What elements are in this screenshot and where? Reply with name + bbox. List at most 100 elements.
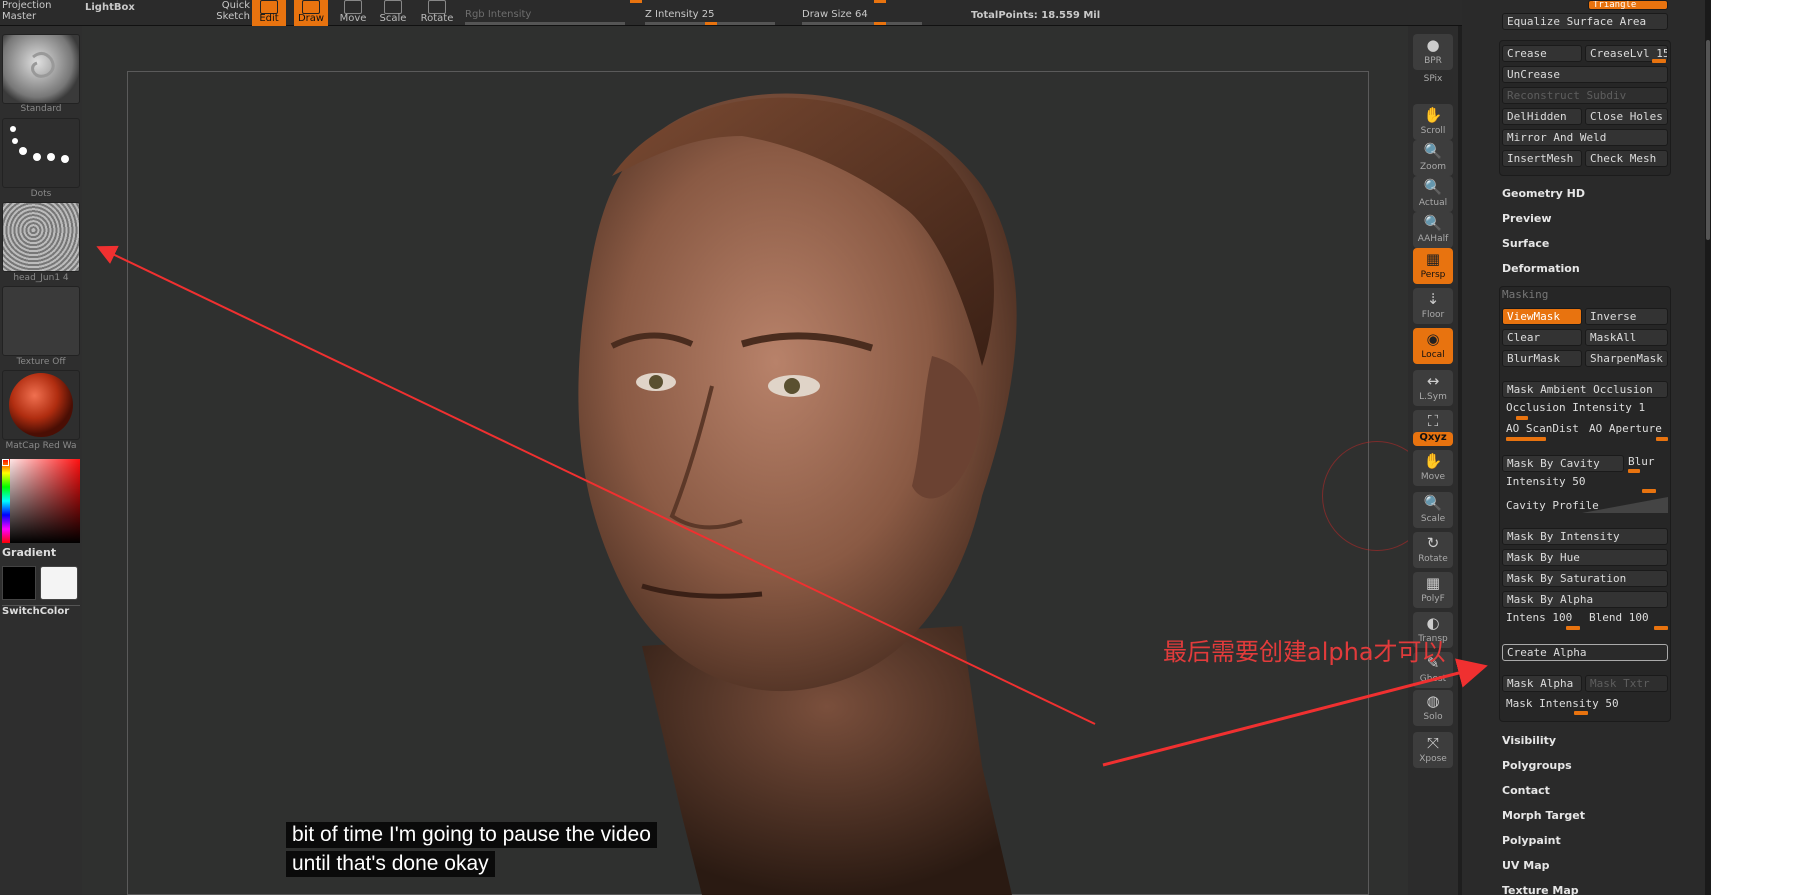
- ao-scandist-knob[interactable]: [1506, 437, 1546, 441]
- triangle-button[interactable]: Triangle: [1588, 0, 1668, 10]
- cavity-intensity-slider[interactable]: Intensity 50: [1506, 475, 1585, 488]
- shelf-floor-button[interactable]: ⇣ Floor: [1413, 288, 1453, 324]
- mask-all-button[interactable]: MaskAll: [1585, 329, 1668, 346]
- shelf-xpose-button[interactable]: ⤧ Xpose: [1413, 732, 1453, 768]
- xyz-symmetry-button[interactable]: Qxyz: [1413, 432, 1453, 446]
- move-mode-button[interactable]: Move: [336, 0, 370, 26]
- shelf-bpr-button[interactable]: ● BPR: [1413, 34, 1453, 70]
- mask-ambient-occlusion-button[interactable]: Mask Ambient Occlusion: [1502, 381, 1668, 398]
- mirror-and-weld-button[interactable]: Mirror And Weld: [1502, 129, 1668, 146]
- head-model[interactable]: [82, 26, 1408, 895]
- mask-by-intensity-button[interactable]: Mask By Intensity: [1502, 528, 1668, 545]
- shelf-spix-button[interactable]: SPix: [1413, 74, 1453, 92]
- mask-by-hue-button[interactable]: Mask By Hue: [1502, 549, 1668, 566]
- shelf-l-sym-button[interactable]: ↔ L.Sym: [1413, 370, 1453, 406]
- clear-mask-button[interactable]: Clear: [1502, 329, 1582, 346]
- quick-sketch-button[interactable]: Quick Sketch: [170, 0, 250, 22]
- mask-txtr-button[interactable]: Mask Txtr: [1585, 675, 1668, 692]
- mask-by-alpha-button[interactable]: Mask By Alpha: [1502, 591, 1668, 608]
- occlusion-intensity-slider[interactable]: Occlusion Intensity 1: [1506, 401, 1645, 414]
- stroke-thumbnail[interactable]: [2, 118, 80, 188]
- contact-section[interactable]: Contact: [1502, 784, 1550, 797]
- cavity-blur-slider[interactable]: Blur: [1628, 455, 1655, 468]
- mask-alpha-button[interactable]: Mask Alpha: [1502, 675, 1582, 692]
- ao-aperture-slider[interactable]: AO Aperture: [1589, 422, 1662, 435]
- material-thumbnail[interactable]: [2, 370, 80, 440]
- z-intensity-slider[interactable]: Z Intensity 25: [645, 9, 714, 20]
- rgb-intensity-slider[interactable]: Rgb Intensity: [465, 9, 531, 20]
- draw-mode-button[interactable]: Draw: [294, 0, 328, 26]
- preview-section[interactable]: Preview: [1502, 212, 1552, 225]
- shelf-polyf-button[interactable]: ▦ PolyF: [1413, 572, 1453, 608]
- shelf-rotate-button[interactable]: ↻ Rotate: [1413, 532, 1453, 568]
- draw-size-track: [802, 22, 922, 25]
- shelf-scale-button[interactable]: 🔍 Scale: [1413, 492, 1453, 528]
- mask-intensity-knob[interactable]: [1574, 711, 1588, 715]
- cavity-profile-graph[interactable]: [1582, 497, 1668, 513]
- visibility-section[interactable]: Visibility: [1502, 734, 1556, 747]
- primary-color-swatch[interactable]: [40, 566, 78, 600]
- shelf-aahalf-button[interactable]: 🔍 AAHalf: [1413, 212, 1453, 248]
- blend-slider[interactable]: Blend 100: [1589, 611, 1649, 624]
- blend-knob[interactable]: [1654, 626, 1668, 630]
- inverse-button[interactable]: Inverse: [1585, 308, 1668, 325]
- draw-size-knob[interactable]: [874, 22, 886, 25]
- close-holes-button[interactable]: Close Holes: [1585, 108, 1668, 125]
- masking-section[interactable]: Masking: [1502, 288, 1548, 301]
- shelf-scroll-button[interactable]: ✋ Scroll: [1413, 104, 1453, 140]
- edit-mode-button[interactable]: Edit: [252, 0, 286, 26]
- uv-map-section[interactable]: UV Map: [1502, 859, 1550, 872]
- shelf-local-button[interactable]: ◉ Local: [1413, 328, 1453, 364]
- rotate-mode-button[interactable]: Rotate: [420, 0, 454, 26]
- morph-target-section[interactable]: Morph Target: [1502, 809, 1585, 822]
- crease-button[interactable]: Crease: [1502, 45, 1582, 62]
- mask-intensity-slider[interactable]: Mask Intensity 50: [1506, 697, 1619, 710]
- occlusion-intensity-knob[interactable]: [1516, 416, 1528, 420]
- blur-mask-button[interactable]: BlurMask: [1502, 350, 1582, 367]
- mask-by-saturation-button[interactable]: Mask By Saturation: [1502, 570, 1668, 587]
- create-alpha-button[interactable]: Create Alpha: [1502, 644, 1668, 661]
- shelf-move-button[interactable]: ✋ Move: [1413, 450, 1453, 486]
- shelf-zoom-button[interactable]: 🔍 Zoom: [1413, 140, 1453, 176]
- check-mesh-button[interactable]: Check Mesh: [1585, 150, 1668, 167]
- palette-scroll-thumb[interactable]: [1706, 40, 1710, 240]
- intens-slider[interactable]: Intens 100: [1506, 611, 1572, 624]
- color-picker[interactable]: [2, 459, 80, 543]
- ao-aperture-knob[interactable]: [1656, 437, 1668, 441]
- uncrease-button[interactable]: UnCrease: [1502, 66, 1668, 83]
- insert-mesh-button[interactable]: InsertMesh: [1502, 150, 1582, 167]
- intens-knob[interactable]: [1566, 626, 1580, 630]
- mask-by-cavity-button[interactable]: Mask By Cavity: [1502, 455, 1624, 472]
- cavity-intensity-knob[interactable]: [1642, 489, 1656, 493]
- texture-thumbnail[interactable]: [2, 286, 80, 356]
- shelf-persp-button[interactable]: ▦ Persp: [1413, 248, 1453, 284]
- switch-color-button[interactable]: SwitchColor: [2, 605, 80, 621]
- cavity-blur-knob[interactable]: [1628, 469, 1640, 473]
- secondary-color-swatch[interactable]: [2, 566, 36, 600]
- equalize-surface-area-button[interactable]: Equalize Surface Area: [1502, 13, 1668, 30]
- reconstruct-subdiv-button[interactable]: Reconstruct Subdiv: [1502, 87, 1668, 104]
- projection-master-button[interactable]: Projection Master: [2, 0, 72, 22]
- view-mask-button[interactable]: ViewMask: [1502, 308, 1582, 325]
- scale-mode-button[interactable]: Scale: [376, 0, 410, 26]
- z-intensity-knob[interactable]: [705, 22, 717, 25]
- del-hidden-button[interactable]: DelHidden: [1502, 108, 1582, 125]
- hue-strip[interactable]: [2, 459, 10, 543]
- deformation-section[interactable]: Deformation: [1502, 262, 1580, 275]
- canvas[interactable]: ➤: [82, 26, 1487, 895]
- brush-thumbnail[interactable]: [2, 34, 80, 104]
- geometry-hd-section[interactable]: Geometry HD: [1502, 187, 1585, 200]
- surface-section[interactable]: Surface: [1502, 237, 1549, 250]
- shelf-actual-button[interactable]: 🔍 Actual: [1413, 176, 1453, 212]
- sharpen-mask-button[interactable]: SharpenMask: [1585, 350, 1668, 367]
- rgb-intensity-knob[interactable]: [630, 0, 642, 3]
- ao-scandist-slider[interactable]: AO ScanDist: [1506, 422, 1579, 435]
- alpha-thumbnail[interactable]: [2, 202, 80, 272]
- texture-map-section[interactable]: Texture Map: [1502, 884, 1579, 895]
- lightbox-button[interactable]: LightBox: [85, 2, 135, 13]
- polygroups-section[interactable]: Polygroups: [1502, 759, 1572, 772]
- crease-level-knob[interactable]: [1652, 59, 1666, 63]
- polypaint-section[interactable]: Polypaint: [1502, 834, 1561, 847]
- shelf-solo-button[interactable]: ◍ Solo: [1413, 690, 1453, 726]
- draw-size-slider[interactable]: Draw Size 64: [802, 9, 868, 20]
